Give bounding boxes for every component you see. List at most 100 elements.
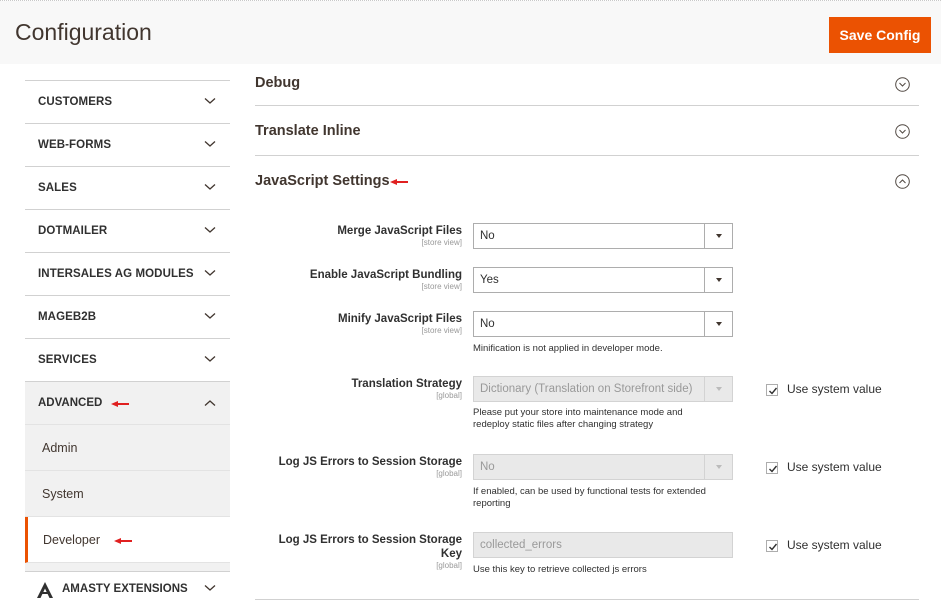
chevron-down-icon [204, 184, 216, 190]
field-label-strategy: Translation Strategy [global] [256, 377, 462, 400]
chevron-down-icon [204, 585, 216, 591]
expand-circle-icon[interactable] [895, 124, 910, 139]
sidebar-gap [25, 563, 230, 571]
input-value: collected_errors [480, 539, 562, 551]
sidebar-item-sales[interactable]: SALES [25, 167, 230, 210]
sidebar-item-advanced[interactable]: ADVANCED [25, 382, 230, 425]
sidebar-item-label: WEB-FORMS [38, 139, 112, 151]
chevron-down-icon [204, 313, 216, 319]
translation-strategy-select[interactable]: Dictionary (Translation on Storefront si… [473, 376, 733, 402]
sidebar-item-services[interactable]: SERVICES [25, 339, 230, 382]
sidebar-item-label: INTERSALES AG MODULES [38, 268, 194, 280]
minify-note: Minification is not applied in developer… [473, 343, 663, 354]
log-key-note: Use this key to retrieve collected js er… [473, 564, 647, 575]
amasty-logo-icon [37, 582, 53, 598]
field-scope: [store view] [421, 326, 462, 335]
dropdown-arrow-icon[interactable] [704, 377, 732, 401]
sidebar-subitem-label: Admin [42, 441, 78, 455]
chevron-down-icon [204, 356, 216, 362]
sidebar-item-label: SERVICES [38, 354, 97, 366]
dropdown-arrow-icon[interactable] [704, 455, 732, 479]
collapse-circle-icon[interactable] [895, 174, 910, 189]
dropdown-arrow-icon[interactable] [704, 224, 732, 248]
sidebar-item-mageb2b[interactable]: MAGEB2B [25, 296, 230, 339]
strategy-note-line: Please put your store into maintenance m… [473, 407, 683, 418]
field-label-text: Minify JavaScript Files [338, 313, 462, 325]
section-title: Debug [255, 75, 301, 91]
field-label-bundling: Enable JavaScript Bundling [store view] [256, 268, 462, 291]
field-label-text: Enable JavaScript Bundling [309, 269, 462, 281]
select-value: Dictionary (Translation on Storefront si… [480, 383, 693, 395]
checkbox-label: Use system value [787, 382, 882, 396]
check-icon [769, 387, 778, 395]
sidebar-item-amasty[interactable]: AMASTY EXTENSIONS [25, 571, 230, 607]
page-title: Configuration [15, 19, 152, 45]
strategy-note-line: redeploy static files after changing str… [473, 418, 654, 430]
field-scope: [store view] [421, 282, 462, 291]
sidebar-subitem-label: System [42, 487, 84, 501]
annotation-arrow-icon [390, 179, 408, 185]
section-debug[interactable]: Debug [255, 64, 919, 106]
chevron-down-icon [204, 270, 216, 276]
sidebar-item-web-forms[interactable]: WEB-FORMS [25, 124, 230, 167]
checkbox-label: Use system value [787, 460, 882, 474]
field-scope: [global] [436, 391, 462, 400]
log-key-input[interactable]: collected_errors [473, 532, 733, 558]
save-config-button[interactable]: Save Config [829, 17, 931, 53]
chevron-down-icon [204, 227, 216, 233]
minify-select[interactable]: No [473, 311, 733, 337]
chevron-down-icon [204, 141, 216, 147]
sidebar-item-label: CUSTOMERS [38, 96, 113, 108]
strategy-note: Please put your store into maintenance m… [473, 407, 743, 430]
sidebar-item-label: DOTMAILER [38, 225, 108, 237]
field-label-text: Translation Strategy [351, 378, 462, 390]
annotation-arrow-icon [111, 401, 129, 407]
field-label-text: Log JS Errors to Session Storage [278, 456, 462, 468]
field-label-minify: Minify JavaScript Files [store view] [256, 312, 462, 335]
log-errors-select[interactable]: No [473, 454, 733, 480]
select-value: Yes [480, 274, 499, 286]
log-errors-note: If enabled, can be used by functional te… [473, 486, 743, 509]
sidebar-item-label: AMASTY EXTENSIONS [62, 583, 188, 595]
log-errors-note-line: reporting [473, 497, 511, 509]
section-title[interactable]: JavaScript Settings [255, 173, 390, 189]
section-title: Translate Inline [255, 123, 361, 139]
field-label-text: Log JS Errors to Session Storage Key [278, 534, 462, 560]
sidebar-subitem-developer[interactable]: Developer [25, 517, 230, 563]
field-scope: [global] [436, 469, 462, 478]
checkbox-box[interactable] [766, 540, 778, 552]
dropdown-arrow-icon[interactable] [704, 312, 732, 336]
check-icon [769, 465, 778, 473]
sidebar-item-label: ADVANCED [38, 397, 103, 409]
select-value: No [480, 318, 495, 330]
select-value: No [480, 461, 495, 473]
field-scope: [global] [436, 561, 462, 570]
field-label-log-errors: Log JS Errors to Session Storage [global… [256, 455, 462, 478]
sidebar-subitem-admin[interactable]: Admin [25, 425, 230, 471]
sidebar-subitem-system[interactable]: System [25, 471, 230, 517]
sidebar-top-spacer [25, 64, 230, 81]
checkbox-box[interactable] [766, 384, 778, 396]
bundling-select[interactable]: Yes [473, 267, 733, 293]
field-label-merge-js: Merge JavaScript Files [store view] [256, 224, 462, 247]
merge-js-select[interactable]: No [473, 223, 733, 249]
checkbox-label: Use system value [787, 538, 882, 552]
sidebar-item-dotmailer[interactable]: DOTMAILER [25, 210, 230, 253]
config-sidebar: CUSTOMERS WEB-FORMS SALES DOTMAILER INTE… [25, 64, 230, 612]
chevron-down-icon [204, 98, 216, 104]
chevron-up-icon [204, 400, 216, 406]
sidebar-item-label: MAGEB2B [38, 311, 97, 323]
sidebar-item-label: SALES [38, 182, 77, 194]
field-label-log-key: Log JS Errors to Session Storage Key [gl… [256, 533, 462, 570]
checkbox-box[interactable] [766, 462, 778, 474]
sidebar-item-customers[interactable]: CUSTOMERS [25, 81, 230, 124]
sidebar-subitem-label: Developer [43, 533, 100, 547]
expand-circle-icon[interactable] [895, 77, 910, 92]
field-label-text: Merge JavaScript Files [337, 225, 462, 237]
sidebar-item-intersales[interactable]: INTERSALES AG MODULES [25, 253, 230, 296]
dropdown-arrow-icon[interactable] [704, 268, 732, 292]
log-errors-note-line: If enabled, can be used by functional te… [473, 486, 706, 497]
field-scope: [store view] [421, 238, 462, 247]
select-value: No [480, 230, 495, 242]
section-translate-inline[interactable]: Translate Inline [255, 106, 919, 156]
